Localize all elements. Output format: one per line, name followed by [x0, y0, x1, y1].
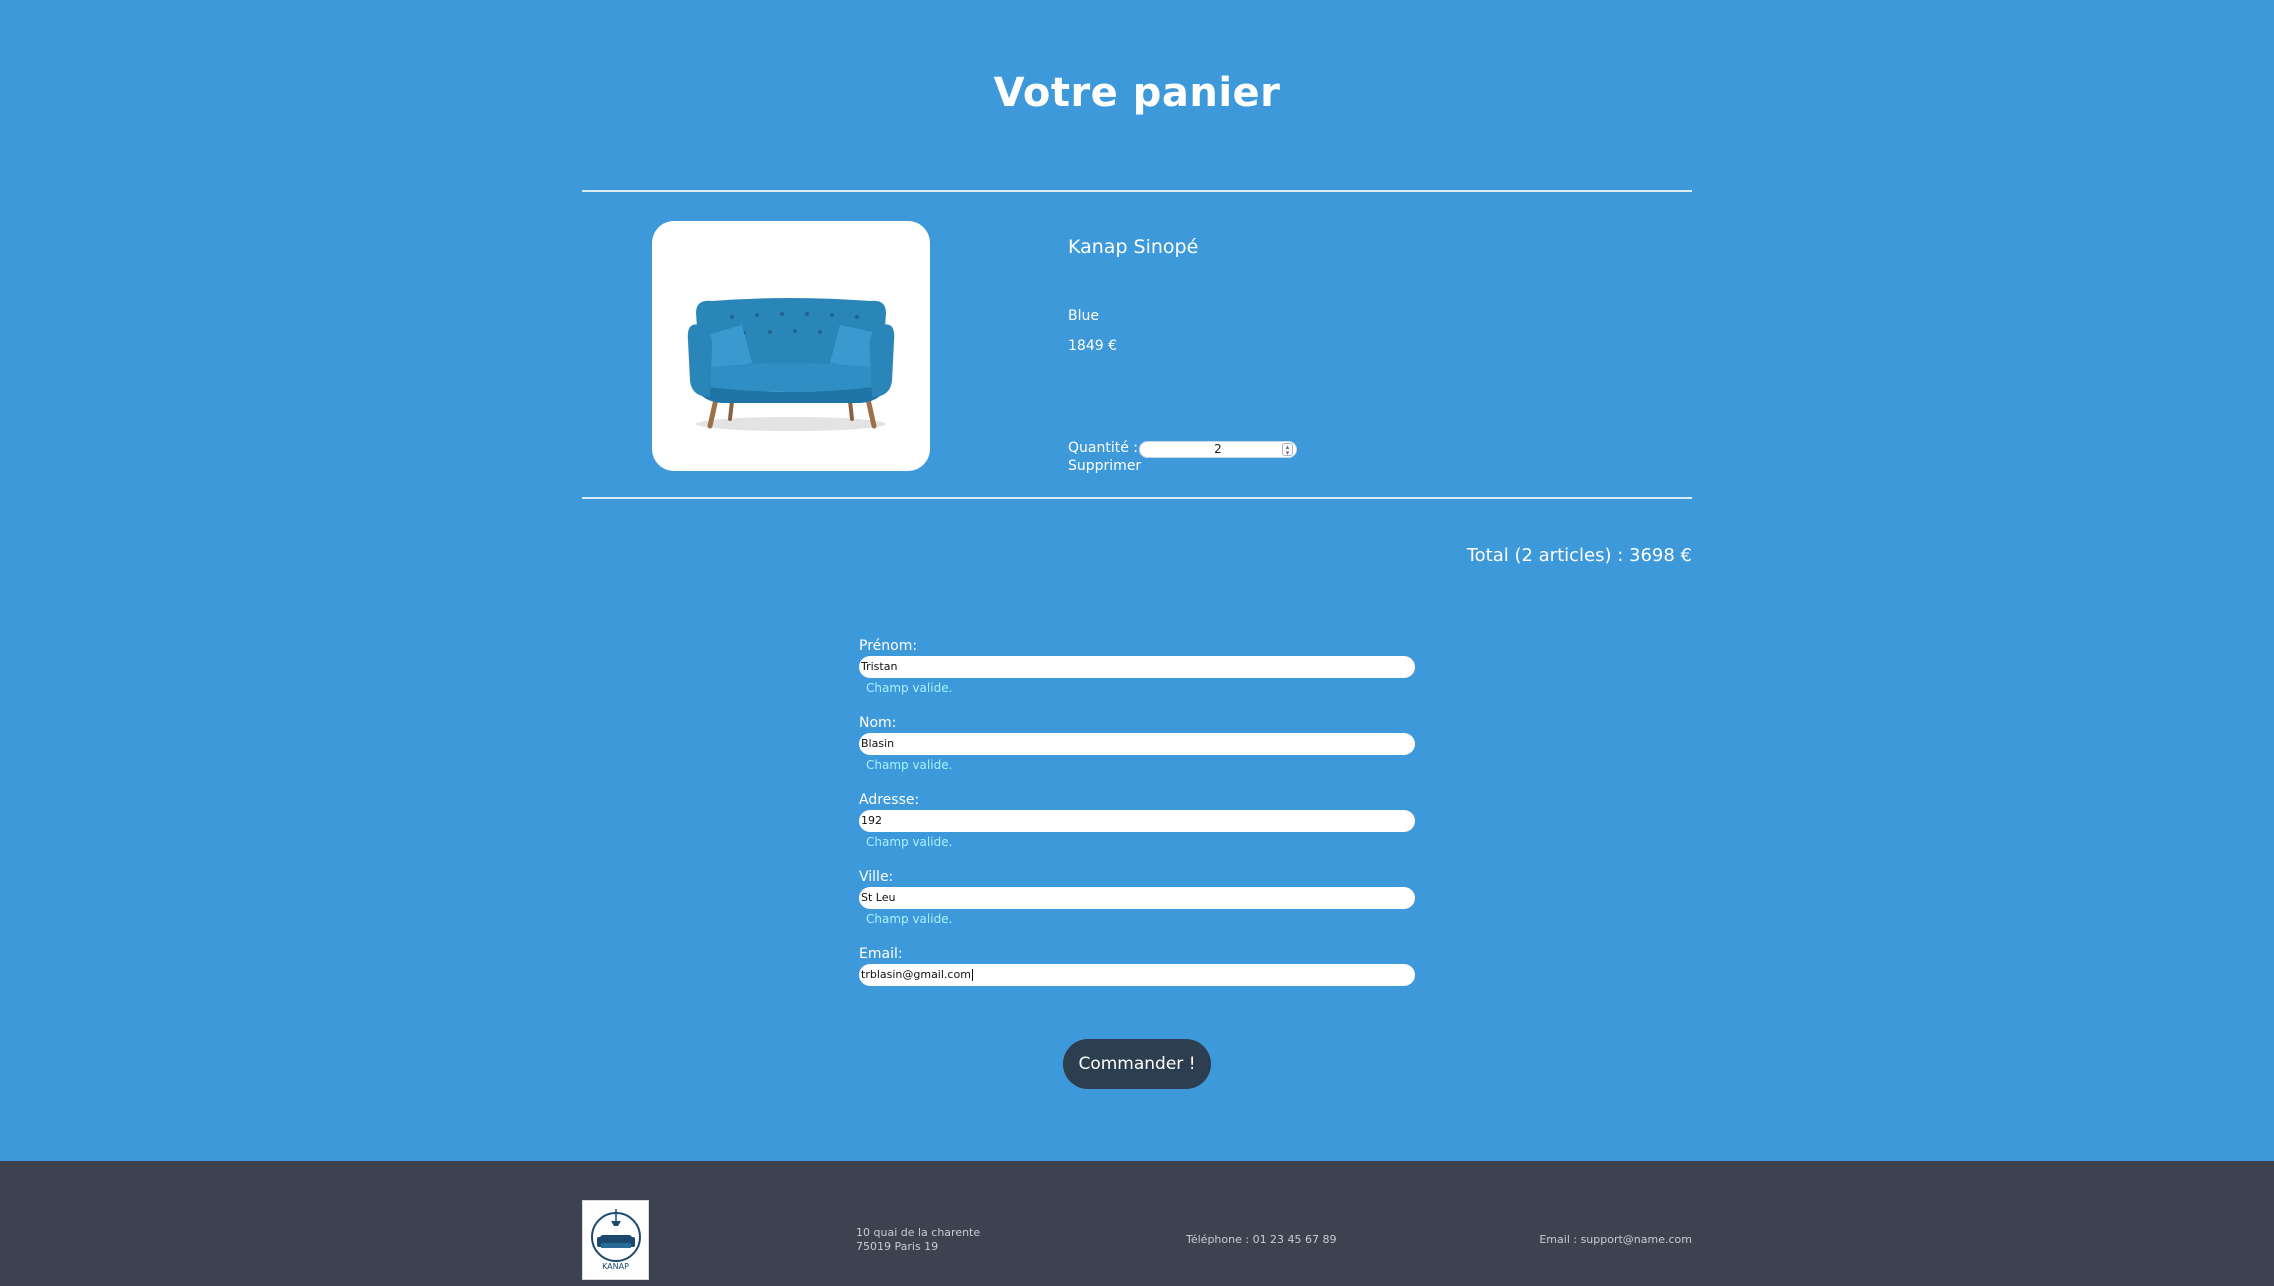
- footer-address-line1: 10 quai de la charente: [856, 1226, 981, 1239]
- address-valid-message: Champ valide.: [866, 835, 953, 849]
- last-name-field-group: Nom: Blasin Champ valide.: [859, 713, 1415, 790]
- last-name-input[interactable]: Blasin: [859, 733, 1415, 755]
- city-valid-message: Champ valide.: [866, 912, 953, 926]
- delete-item-button[interactable]: Supprimer: [1068, 458, 1141, 474]
- product-color: Blue: [1068, 308, 1099, 324]
- first-name-input[interactable]: Tristan: [859, 656, 1415, 678]
- email-value: trblasin@gmail.com: [861, 968, 971, 981]
- product-name: Kanap Sinopé: [1068, 236, 1199, 258]
- footer-address: 10 quai de la charente 75019 Paris 19: [856, 1226, 980, 1254]
- sofa-image: [687, 298, 895, 431]
- quantity-stepper[interactable]: 2 ▴ ▾: [1139, 441, 1297, 458]
- page-title: Votre panier: [993, 70, 1281, 116]
- footer-phone: Téléphone : 01 23 45 67 89: [1186, 1233, 1337, 1246]
- first-name-field-group: Prénom: Tristan Champ valide.: [859, 636, 1415, 713]
- email-field-group: Email: trblasin@gmail.com: [859, 944, 1415, 1021]
- address-label: Adresse:: [859, 792, 920, 808]
- footer-address-line2: 75019 Paris 19: [856, 1240, 939, 1253]
- logo-text: KANAP: [602, 1262, 629, 1271]
- quantity-value: 2: [1214, 442, 1222, 456]
- footer-email: Email : support@name.com: [1539, 1233, 1692, 1246]
- city-label: Ville:: [859, 869, 894, 885]
- product-price: 1849 €: [1068, 338, 1117, 354]
- city-input[interactable]: St Leu: [859, 887, 1415, 909]
- address-field-group: Adresse: 192 Champ valide.: [859, 790, 1415, 867]
- product-image: [652, 221, 930, 471]
- last-name-valid-message: Champ valide.: [866, 758, 953, 772]
- text-cursor: [971, 969, 973, 981]
- first-name-label: Prénom:: [859, 638, 918, 654]
- logo-sofa-icon: [591, 1209, 641, 1262]
- address-input[interactable]: 192: [859, 810, 1415, 832]
- city-field-group: Ville: St Leu Champ valide.: [859, 867, 1415, 944]
- kanap-logo[interactable]: KANAP: [582, 1200, 649, 1280]
- last-name-label: Nom:: [859, 715, 897, 731]
- order-button[interactable]: Commander !: [1063, 1039, 1211, 1089]
- email-field[interactable]: trblasin@gmail.com: [859, 964, 1415, 986]
- spinner-arrows-icon[interactable]: ▴ ▾: [1282, 443, 1293, 457]
- email-label: Email:: [859, 946, 903, 962]
- first-name-valid-message: Champ valide.: [866, 681, 953, 695]
- quantity-label: Quantité :: [1068, 440, 1138, 456]
- order-form: Prénom: Tristan Champ valide. Nom: Blasi…: [859, 636, 1415, 1021]
- cart-divider-top: [582, 190, 1692, 192]
- footer: KANAP 10 quai de la charente 75019 Paris…: [0, 1161, 2274, 1286]
- cart-total: Total (2 articles) : 3698 €: [1466, 545, 1692, 566]
- cart-divider-bottom: [582, 497, 1692, 499]
